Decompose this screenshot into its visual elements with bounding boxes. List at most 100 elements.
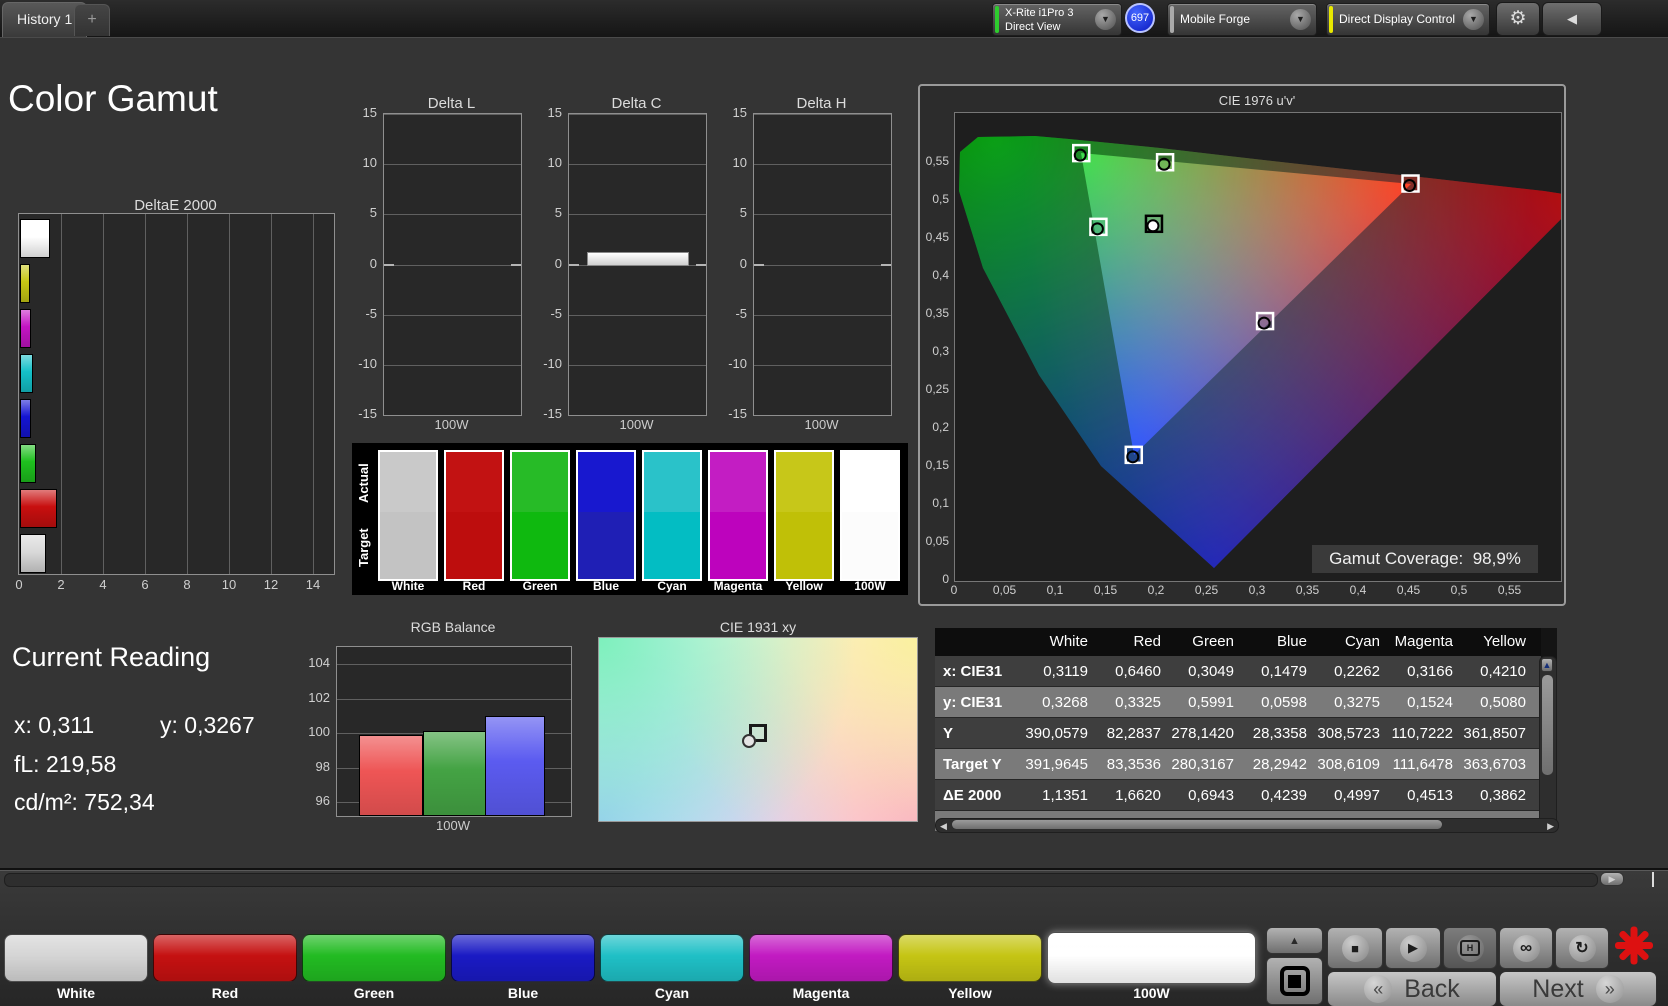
y-tick-label: 15 — [732, 105, 747, 120]
pattern-up-button[interactable]: ▲ — [1266, 927, 1323, 954]
y-tick-label: -5 — [735, 305, 747, 321]
table-cell: 83,3536 — [1106, 756, 1161, 773]
y-tick-label: -15 — [543, 406, 562, 421]
pattern-scrollbar[interactable] — [4, 873, 1598, 887]
stop-square-icon — [1288, 974, 1301, 988]
pattern-green[interactable] — [302, 934, 446, 982]
deltae-bar-magenta — [20, 309, 31, 348]
pattern-blue[interactable] — [451, 934, 595, 982]
row-label: y: CIE31 — [943, 694, 1003, 711]
table-cell: 0,4513 — [1407, 787, 1453, 804]
pattern-cyan[interactable] — [600, 934, 744, 982]
table-cell: 390,0579 — [1025, 725, 1088, 742]
rgb-balance-title: RGB Balance — [410, 619, 496, 635]
reading-y: y: 0,3267 — [160, 712, 255, 738]
gridline — [754, 365, 891, 366]
chevron-down-icon[interactable]: ▼ — [1290, 9, 1311, 30]
chevron-down-icon[interactable]: ▼ — [1463, 9, 1484, 30]
table-cell: 111,6478 — [1392, 756, 1453, 773]
deltae-bar-yellow — [20, 264, 30, 303]
table-row: ΔE 2000 1,1351 1,6620 0,6943 0,4239 0,4997 0,4… — [935, 780, 1541, 811]
y-tick-label: 96 — [315, 793, 330, 809]
collapse-panel-button[interactable]: ◀ — [1542, 2, 1602, 36]
y-tick-label: 0 — [739, 255, 747, 271]
pattern-100w[interactable] — [1047, 932, 1256, 984]
table-scroll-thumb[interactable] — [1542, 675, 1553, 775]
x-tick-label: 0 — [950, 583, 958, 597]
refresh-button[interactable]: ↻ — [1555, 927, 1609, 969]
table-vertical-scrollbar[interactable]: ▲ — [1539, 656, 1557, 832]
meter-dropdown[interactable]: X-Rite i1Pro 3 Direct View ▼ — [992, 3, 1122, 36]
actual-swatch — [380, 452, 436, 512]
swatch-100w — [840, 450, 900, 581]
table-horizontal-scrollbar[interactable]: ◀ ▶ — [935, 818, 1559, 833]
table-cell: 0,3049 — [1188, 663, 1234, 680]
pattern-label: Yellow — [948, 985, 992, 1001]
delta-l-x-label: 100W — [434, 417, 469, 432]
scroll-left-icon[interactable]: ◀ — [940, 821, 947, 832]
x-tick-label: 14 — [305, 577, 321, 592]
y-tick-label: 15 — [362, 105, 377, 120]
source-name: Mobile Forge — [1180, 12, 1251, 26]
y-tick-label: 5 — [369, 205, 377, 221]
chevron-down-icon[interactable]: ▼ — [1095, 9, 1116, 30]
table-header-row: White Red Green Blue Cyan Magenta Yellow — [935, 628, 1541, 656]
next-button[interactable]: Next » — [1499, 971, 1657, 1006]
pattern-scroll-right-button[interactable]: ▶ — [1600, 872, 1624, 886]
gridline — [384, 415, 521, 416]
swatch-label: Magenta — [713, 579, 763, 593]
y-tick-label: -10 — [543, 355, 562, 371]
source-status-stripe — [1170, 6, 1174, 33]
table-hscroll-thumb[interactable] — [952, 820, 1442, 829]
x-tick-label: 0,45 — [1396, 583, 1421, 597]
y-tick-label: 0 — [554, 255, 562, 271]
play-icon: ▶ — [1399, 934, 1427, 962]
pattern-magenta[interactable] — [749, 934, 893, 982]
x-tick-label: 2 — [57, 577, 65, 592]
meter-mode: Direct View — [1005, 21, 1061, 33]
column-header: Blue — [1276, 633, 1307, 650]
table-cell: 1,1351 — [1042, 787, 1088, 804]
pattern-red[interactable] — [153, 934, 297, 982]
target-swatch — [644, 512, 700, 579]
new-tab-button[interactable]: + — [74, 4, 110, 36]
deltae-bar-cyan — [20, 354, 33, 393]
zero-tick — [569, 263, 579, 266]
gridline — [313, 214, 314, 574]
y-tick-label: 0,4 — [932, 268, 949, 282]
stop-measure-button[interactable]: ■ — [1327, 927, 1383, 969]
display-control-dropdown[interactable]: Direct Display Control ▼ — [1326, 3, 1490, 36]
row-label: x: CIE31 — [943, 663, 1003, 680]
deltae2000-x-axis: 0 2 4 6 8 10 12 14 — [15, 577, 348, 593]
gridline — [754, 164, 891, 165]
delta-c-x-label: 100W — [619, 417, 654, 432]
measure-once-button[interactable]: ▶ — [1385, 927, 1441, 969]
x-tick-label: 0,1 — [1046, 583, 1064, 597]
y-tick-label: 15 — [547, 105, 562, 120]
table-cell: 363,6703 — [1463, 756, 1526, 773]
pattern-window-button[interactable] — [1266, 957, 1323, 1005]
settings-button[interactable]: ⚙ — [1496, 2, 1540, 36]
actual-target-swatch-strip: Actual Target White Red Green Blue Cyan Magen… — [352, 443, 908, 595]
back-button[interactable]: « Back — [1327, 971, 1497, 1006]
gridline — [384, 114, 521, 115]
actual-swatch — [842, 452, 898, 512]
scroll-right-icon[interactable]: ▶ — [1547, 821, 1554, 832]
table-cell: 391,9645 — [1025, 756, 1088, 773]
pattern-white[interactable] — [4, 934, 148, 982]
swatch-label: Cyan — [657, 579, 687, 593]
table-row: Y 390,0579 82,2837 278,1420 28,3358 308,5723 1… — [935, 718, 1541, 749]
continuous-measure-button[interactable]: ∞ — [1499, 927, 1553, 969]
source-dropdown[interactable]: Mobile Forge ▼ — [1167, 3, 1317, 36]
window-size-button[interactable]: H — [1443, 927, 1497, 969]
x-tick-label: 0,15 — [1093, 583, 1118, 597]
y-tick-label: 0,1 — [932, 496, 949, 510]
actual-swatch — [644, 452, 700, 512]
pattern-yellow[interactable] — [898, 934, 1042, 982]
row-label: Target Y — [943, 756, 1002, 773]
scroll-up-icon: ▲ — [1542, 660, 1552, 670]
gridline — [337, 664, 571, 665]
zero-tick — [511, 263, 521, 266]
x-tick-label: 12 — [263, 577, 279, 592]
scroll-up-button[interactable]: ▲ — [1541, 658, 1553, 672]
